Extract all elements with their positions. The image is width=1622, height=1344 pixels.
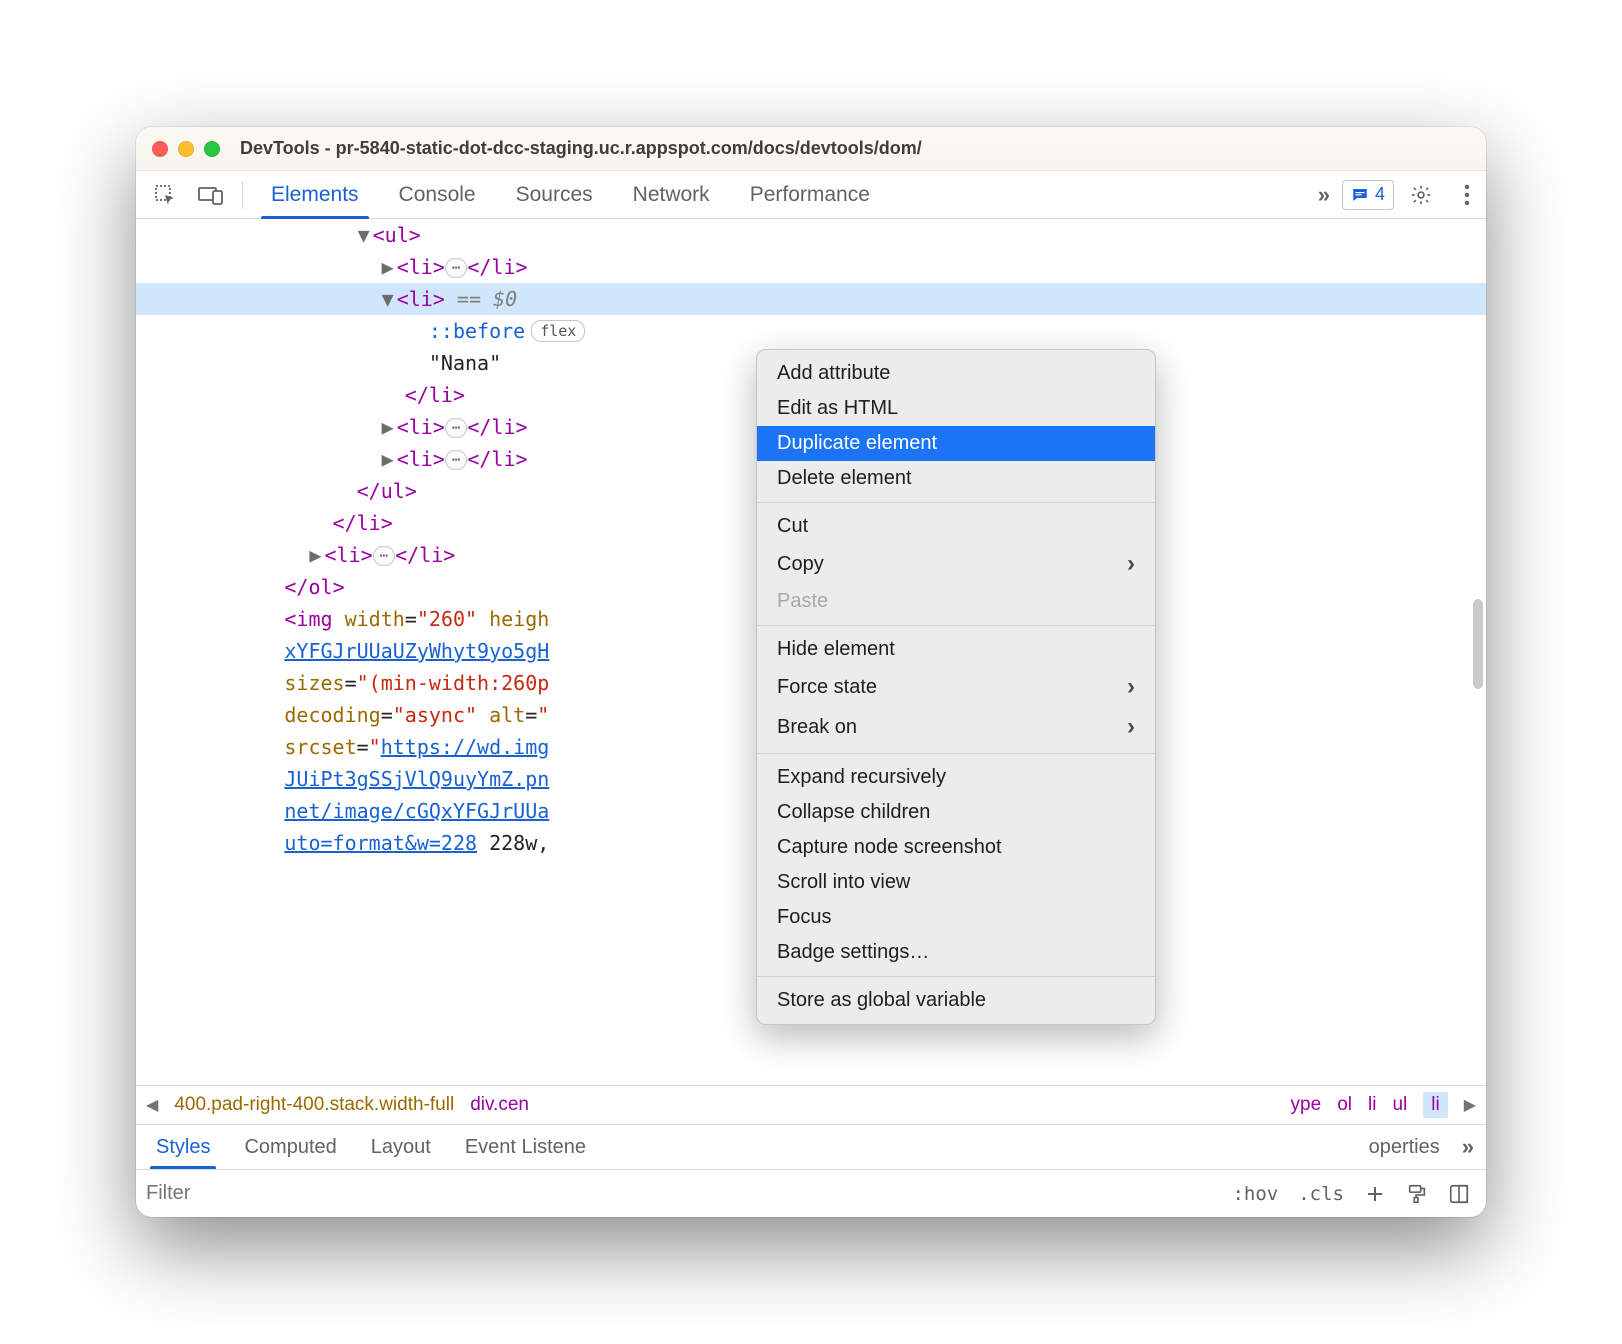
context-menu-item[interactable]: Edit as HTML bbox=[757, 391, 1155, 426]
context-menu-item[interactable]: Badge settings… bbox=[757, 935, 1155, 970]
context-menu-label: Capture node screenshot bbox=[777, 836, 1002, 859]
tab-console[interactable]: Console bbox=[383, 171, 492, 218]
context-menu-item[interactable]: Scroll into view bbox=[757, 865, 1155, 900]
chevron-right-icon: › bbox=[1127, 713, 1135, 741]
context-menu-separator bbox=[757, 502, 1155, 503]
context-menu-label: Force state bbox=[777, 676, 877, 699]
tab-elements[interactable]: Elements bbox=[255, 171, 375, 218]
tab-performance[interactable]: Performance bbox=[734, 171, 886, 218]
minimize-icon[interactable] bbox=[178, 141, 194, 157]
context-menu-item[interactable]: Force state › bbox=[757, 667, 1155, 707]
context-menu-label: Hide element bbox=[777, 638, 895, 661]
scrollbar-thumb[interactable] bbox=[1473, 599, 1483, 689]
hov-toggle[interactable]: :hov bbox=[1226, 1181, 1284, 1207]
breadcrumb-item[interactable]: ul bbox=[1392, 1094, 1407, 1116]
dom-row[interactable]: ▶<li>⋯</li> bbox=[136, 251, 1486, 283]
breadcrumb-prev-icon[interactable]: ◀ bbox=[146, 1095, 158, 1115]
context-menu-label: Paste bbox=[777, 590, 828, 613]
context-menu-label: Focus bbox=[777, 906, 831, 929]
more-sidebar-tabs-icon[interactable]: » bbox=[1462, 1134, 1474, 1160]
new-style-rule-icon[interactable] bbox=[1358, 1177, 1392, 1211]
titlebar: DevTools - pr-5840-static-dot-dcc-stagin… bbox=[136, 127, 1486, 171]
close-icon[interactable] bbox=[152, 141, 168, 157]
viewport: DevTools - pr-5840-static-dot-dcc-stagin… bbox=[0, 0, 1622, 1344]
tab-network[interactable]: Network bbox=[617, 171, 726, 218]
breadcrumb-item[interactable]: 400.pad-right-400.stack.width-full bbox=[174, 1094, 454, 1116]
context-menu-label: Cut bbox=[777, 515, 808, 538]
chevron-right-icon: › bbox=[1127, 673, 1135, 701]
context-menu: Add attribute Edit as HTML Duplicate eleme… bbox=[756, 349, 1156, 1025]
context-menu-item[interactable]: Hide element bbox=[757, 632, 1155, 667]
tab-properties[interactable]: operties bbox=[1357, 1125, 1452, 1169]
maximize-icon[interactable] bbox=[204, 141, 220, 157]
traffic-lights bbox=[152, 141, 220, 157]
tab-styles[interactable]: Styles bbox=[144, 1125, 222, 1169]
breadcrumb-item-current[interactable]: li bbox=[1423, 1092, 1447, 1118]
cls-toggle[interactable]: .cls bbox=[1292, 1181, 1350, 1207]
context-menu-item[interactable]: Capture node screenshot bbox=[757, 830, 1155, 865]
device-toolbar-icon[interactable] bbox=[192, 176, 230, 214]
context-menu-item[interactable]: Duplicate element bbox=[757, 426, 1155, 461]
settings-icon[interactable] bbox=[1402, 176, 1440, 214]
dom-breadcrumb[interactable]: ◀ 400.pad-right-400.stack.width-full div… bbox=[136, 1085, 1486, 1125]
more-tabs-icon[interactable]: » bbox=[1318, 182, 1330, 208]
kebab-menu-icon[interactable] bbox=[1448, 176, 1486, 214]
context-menu-item[interactable]: Delete element bbox=[757, 461, 1155, 496]
devtools-window: DevTools - pr-5840-static-dot-dcc-stagin… bbox=[136, 127, 1486, 1217]
tab-event-listeners[interactable]: Event Listene bbox=[453, 1125, 598, 1169]
computed-toggle-icon[interactable] bbox=[1442, 1177, 1476, 1211]
inspect-element-icon[interactable] bbox=[146, 176, 184, 214]
context-menu-label: Delete element bbox=[777, 467, 912, 490]
separator bbox=[242, 181, 243, 209]
context-menu-label: Copy bbox=[777, 553, 824, 576]
window-title: DevTools - pr-5840-static-dot-dcc-stagin… bbox=[240, 138, 922, 159]
context-menu-label: Scroll into view bbox=[777, 871, 910, 894]
tab-sources[interactable]: Sources bbox=[500, 171, 609, 218]
breadcrumb-next-icon[interactable]: ▶ bbox=[1464, 1095, 1476, 1115]
paint-icon[interactable] bbox=[1400, 1177, 1434, 1211]
panel-tabs: Elements Console Sources Network Perform… bbox=[255, 171, 886, 218]
message-icon bbox=[1351, 186, 1369, 204]
context-menu-separator bbox=[757, 976, 1155, 977]
context-menu-item[interactable]: Add attribute bbox=[757, 356, 1155, 391]
context-menu-label: Edit as HTML bbox=[777, 397, 898, 420]
context-menu-item[interactable]: Cut bbox=[757, 509, 1155, 544]
styles-filter-bar: :hov .cls bbox=[136, 1169, 1486, 1217]
context-menu-label: Badge settings… bbox=[777, 941, 929, 964]
context-menu-item[interactable]: Expand recursively bbox=[757, 760, 1155, 795]
issues-count: 4 bbox=[1375, 184, 1385, 205]
breadcrumb-item[interactable]: ype bbox=[1291, 1094, 1322, 1116]
breadcrumb-item[interactable]: div.cen bbox=[470, 1094, 529, 1116]
context-menu-label: Expand recursively bbox=[777, 766, 946, 789]
breadcrumb-item[interactable]: ol bbox=[1337, 1094, 1352, 1116]
flex-badge[interactable]: flex bbox=[531, 320, 585, 342]
main-toolbar: Elements Console Sources Network Perform… bbox=[136, 171, 1486, 219]
dom-row[interactable]: ▼<ul> bbox=[136, 219, 1486, 251]
tab-layout[interactable]: Layout bbox=[359, 1125, 443, 1169]
context-menu-item[interactable]: Copy › bbox=[757, 544, 1155, 584]
context-menu-label: Duplicate element bbox=[777, 432, 937, 455]
context-menu-label: Store as global variable bbox=[777, 989, 986, 1012]
chevron-right-icon: › bbox=[1127, 550, 1135, 578]
context-menu-label: Break on bbox=[777, 716, 857, 739]
styles-filter-input[interactable] bbox=[146, 1178, 1218, 1210]
context-menu-item[interactable]: Focus bbox=[757, 900, 1155, 935]
context-menu-item[interactable]: Store as global variable bbox=[757, 983, 1155, 1018]
context-menu-item[interactable]: Collapse children bbox=[757, 795, 1155, 830]
context-menu-item: Paste bbox=[757, 584, 1155, 619]
issues-badge[interactable]: 4 bbox=[1342, 180, 1394, 210]
context-menu-item[interactable]: Break on › bbox=[757, 707, 1155, 747]
context-menu-label: Collapse children bbox=[777, 801, 930, 824]
breadcrumb-item[interactable]: li bbox=[1368, 1094, 1376, 1116]
context-menu-separator bbox=[757, 625, 1155, 626]
dom-row-selected[interactable]: ▼<li> == $0 bbox=[136, 283, 1486, 315]
tab-computed[interactable]: Computed bbox=[232, 1125, 348, 1169]
context-menu-separator bbox=[757, 753, 1155, 754]
context-menu-label: Add attribute bbox=[777, 362, 890, 385]
dom-row[interactable]: ::beforeflex bbox=[136, 315, 1486, 347]
styles-pane-tabs: Styles Computed Layout Event Listene ope… bbox=[136, 1125, 1486, 1169]
